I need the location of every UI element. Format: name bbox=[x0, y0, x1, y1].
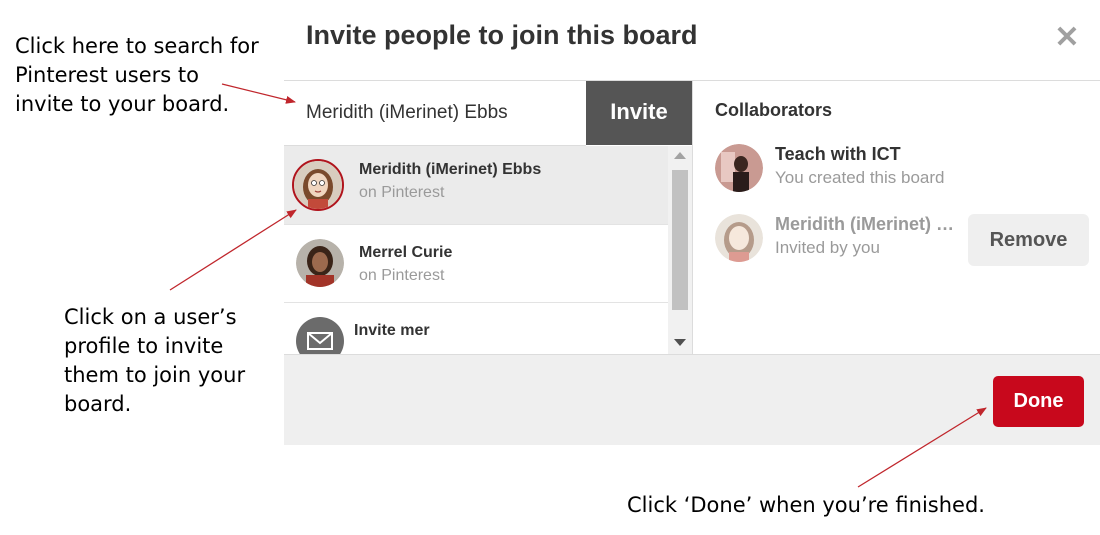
annotation-profile-hint: Click on a user’s profile to invite them… bbox=[64, 305, 246, 416]
avatar-cartoon-woman bbox=[715, 214, 763, 262]
result-subtitle: on Pinterest bbox=[359, 184, 445, 201]
collaborators-panel: Collaborators Teach with ICT You created… bbox=[693, 81, 1100, 354]
collaborator-name: Meridith (iMerinet) Ebbs bbox=[775, 214, 963, 234]
collaborator-subtitle: Invited by you bbox=[775, 238, 880, 257]
search-results-list: Meridith (iMerinet) Ebbs on Pinterest Me… bbox=[284, 146, 668, 354]
result-name: Invite mer bbox=[354, 322, 430, 339]
invite-search-panel: Invite Meridith (iMerinet) Ebbs on Pinte… bbox=[284, 81, 692, 354]
avatar-cartoon-woman bbox=[294, 161, 342, 209]
done-button[interactable]: Done bbox=[993, 376, 1084, 427]
avatar-photo bbox=[296, 239, 344, 287]
modal-footer: Done bbox=[284, 354, 1100, 445]
result-item-merrel[interactable]: Merrel Curie on Pinterest bbox=[284, 224, 668, 303]
results-scrollbar[interactable] bbox=[668, 146, 692, 354]
modal-title: Invite people to join this board bbox=[306, 20, 698, 50]
modal-header: Invite people to join this board ✕ bbox=[284, 0, 1100, 80]
avatar[interactable] bbox=[296, 239, 344, 287]
collaborator-name: Teach with ICT bbox=[775, 144, 901, 164]
scroll-thumb[interactable] bbox=[672, 170, 688, 310]
avatar bbox=[715, 144, 763, 192]
result-subtitle: on Pinterest bbox=[359, 267, 445, 284]
collaborators-heading: Collaborators bbox=[715, 100, 833, 120]
arrow-to-profile bbox=[169, 209, 297, 291]
close-icon[interactable]: ✕ bbox=[1054, 23, 1080, 53]
avatar[interactable] bbox=[292, 159, 344, 211]
result-name: Merrel Curie bbox=[359, 244, 453, 261]
scroll-up-arrow-icon[interactable] bbox=[674, 152, 686, 159]
annotation-done-hint: Click ‘Done’ when you’re finished. bbox=[627, 493, 985, 517]
collaborator-subtitle: You created this board bbox=[775, 168, 945, 187]
search-input[interactable] bbox=[306, 101, 578, 125]
result-item-meridith[interactable]: Meridith (iMerinet) Ebbs on Pinterest bbox=[284, 146, 668, 225]
remove-button[interactable]: Remove bbox=[968, 214, 1089, 266]
result-item-invite-email[interactable]: Invite mer bbox=[284, 302, 668, 354]
search-box[interactable] bbox=[284, 81, 586, 146]
avatar-board-owner bbox=[715, 144, 763, 192]
annotation-search-hint: Click here to search for Pinterest users… bbox=[15, 34, 259, 116]
scroll-down-arrow-icon[interactable] bbox=[674, 339, 686, 346]
result-name: Meridith (iMerinet) Ebbs bbox=[359, 161, 542, 178]
avatar bbox=[715, 214, 763, 262]
mail-icon bbox=[296, 317, 344, 354]
invite-button[interactable]: Invite bbox=[586, 81, 692, 145]
